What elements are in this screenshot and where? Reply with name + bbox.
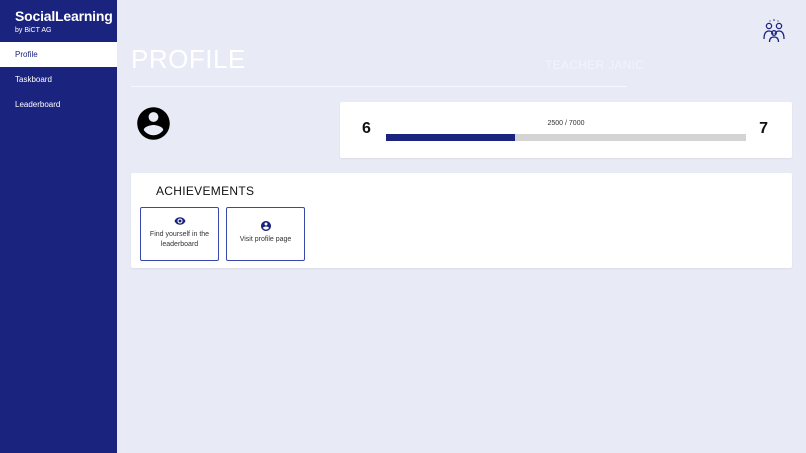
sidebar: SocialLearning by BiCT AG Profile Taskbo…: [0, 0, 117, 453]
progress-text: 2500 / 7000: [547, 120, 585, 127]
achievement-label: Visit profile page: [239, 236, 292, 243]
username: TEACHER JANIC: [545, 58, 645, 72]
achievement-label: Find yourself in the leaderboard: [149, 231, 210, 248]
page-title: PROFILE: [131, 44, 246, 74]
achievements-title: ACHIEVEMENTS: [156, 184, 255, 198]
next-level: 7: [759, 120, 768, 137]
level-progress-card: 6 2500 / 7000 7: [340, 102, 792, 158]
progress-bar: [386, 134, 746, 141]
sidebar-item-leaderboard[interactable]: Leaderboard: [0, 92, 117, 117]
eye-icon: [174, 217, 185, 225]
account-circle-icon: [260, 221, 271, 231]
sidebar-item-profile[interactable]: Profile: [0, 42, 117, 67]
brand-title: SocialLearning: [15, 8, 113, 24]
team-logo-icon[interactable]: [760, 18, 788, 46]
sidebar-item-taskboard[interactable]: Taskboard: [0, 67, 117, 92]
account-circle-icon: [137, 107, 170, 140]
achievement-leaderboard[interactable]: Find yourself in the leaderboard: [140, 207, 219, 261]
brand: SocialLearning by BiCT AG: [0, 0, 117, 42]
achievements-card: ACHIEVEMENTS Find yourself in the leader…: [131, 173, 792, 268]
achievement-profile-page[interactable]: Visit profile page: [226, 207, 305, 261]
title-divider: [131, 86, 627, 87]
progress-bar-fill: [386, 134, 515, 141]
brand-subtitle: by BiCT AG: [15, 27, 52, 34]
current-level: 6: [362, 120, 371, 137]
